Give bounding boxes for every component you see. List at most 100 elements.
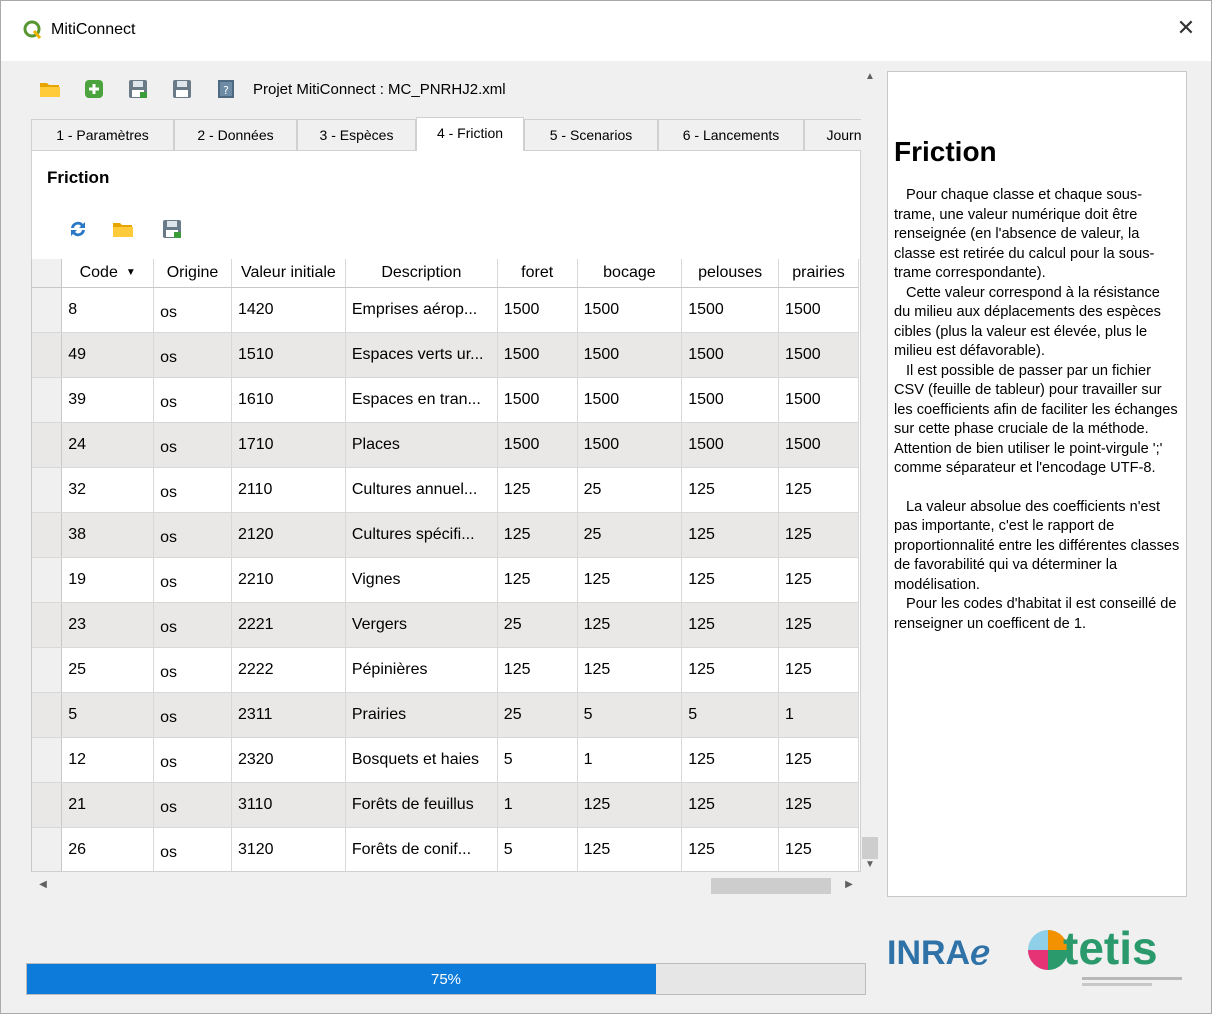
table-cell[interactable]: 125	[497, 647, 578, 693]
table-cell[interactable]: os	[153, 512, 232, 558]
table-cell[interactable]: Espaces verts ur...	[345, 332, 498, 378]
table-cell[interactable]: 1610	[231, 377, 346, 423]
table-cell[interactable]: 38	[61, 512, 155, 558]
table-cell[interactable]: 2311	[231, 692, 346, 738]
open-project-button[interactable]	[37, 77, 63, 101]
save-as-button[interactable]	[169, 77, 195, 101]
table-cell[interactable]: 125	[681, 647, 780, 693]
table-cell[interactable]: 125	[778, 827, 859, 871]
table-cell[interactable]: 49	[61, 332, 155, 378]
table-cell[interactable]: 125	[497, 557, 578, 603]
table-cell[interactable]: 5	[61, 692, 155, 738]
table-cell[interactable]: 25	[61, 647, 155, 693]
table-cell[interactable]: 26	[61, 827, 155, 871]
table-cell[interactable]: 125	[681, 512, 780, 558]
table-cell[interactable]: Vignes	[345, 557, 498, 603]
table-cell[interactable]: 1510	[231, 332, 346, 378]
table-cell[interactable]: 125	[778, 512, 859, 558]
table-cell[interactable]: os	[153, 602, 232, 648]
table-row[interactable]: 19 os 2210 Vignes 125 125 125 125	[32, 557, 859, 603]
table-cell[interactable]: os	[153, 377, 232, 423]
export-csv-button[interactable]	[160, 217, 184, 241]
table-row[interactable]: 38 os 2120 Cultures spécifi... 125 25 125 125	[32, 512, 859, 558]
row-header[interactable]	[32, 512, 63, 558]
table-cell[interactable]: os	[153, 422, 232, 468]
table-cell[interactable]: 25	[497, 692, 578, 738]
table-cell[interactable]: 21	[61, 782, 155, 828]
table-cell[interactable]: 5	[681, 692, 780, 738]
table-row[interactable]: 5 os 2311 Prairies 25 5 5 1	[32, 692, 859, 738]
table-cell[interactable]: 5	[497, 827, 578, 871]
table-cell[interactable]: 25	[577, 512, 683, 558]
table-row[interactable]: 12 os 2320 Bosquets et haies 5 1 125 125	[32, 737, 859, 783]
table-cell[interactable]: 2110	[231, 467, 346, 513]
table-cell[interactable]: 125	[778, 737, 859, 783]
table-cell[interactable]: 1	[778, 692, 859, 738]
table-cell[interactable]: 2120	[231, 512, 346, 558]
table-cell[interactable]: 125	[577, 647, 683, 693]
table-cell[interactable]: 1500	[681, 287, 780, 333]
row-header[interactable]	[32, 557, 63, 603]
table-cell[interactable]: 32	[61, 467, 155, 513]
table-cell[interactable]: Bosquets et haies	[345, 737, 498, 783]
scroll-left-icon[interactable]: ◀	[35, 879, 51, 890]
table-cell[interactable]: os	[153, 467, 232, 513]
column-header[interactable]: pelouses	[681, 259, 780, 288]
column-header[interactable]: foret	[497, 259, 578, 288]
table-cell[interactable]: 5	[497, 737, 578, 783]
help-button[interactable]: ?	[213, 77, 239, 101]
column-header[interactable]: prairies	[778, 259, 859, 288]
table-cell[interactable]: 1500	[778, 377, 859, 423]
row-header[interactable]	[32, 647, 63, 693]
column-header[interactable]: Valeur initiale	[231, 259, 346, 288]
table-row[interactable]: 8 os 1420 Emprises aérop... 1500 1500 1500 1500	[32, 287, 859, 333]
table-cell[interactable]: 125	[577, 602, 683, 648]
table-cell[interactable]: 1500	[681, 377, 780, 423]
table-cell[interactable]: 125	[681, 557, 780, 603]
row-header[interactable]	[32, 737, 63, 783]
table-cell[interactable]: os	[153, 827, 232, 871]
table-cell[interactable]: 24	[61, 422, 155, 468]
table-cell[interactable]: 125	[681, 782, 780, 828]
table-cell[interactable]: 12	[61, 737, 155, 783]
tab-especes[interactable]: 3 - Espèces	[297, 119, 416, 151]
row-header[interactable]	[32, 827, 63, 871]
table-cell[interactable]: 1500	[577, 332, 683, 378]
table-cell[interactable]: 125	[778, 467, 859, 513]
table-cell[interactable]: 1500	[577, 287, 683, 333]
table-cell[interactable]: Vergers	[345, 602, 498, 648]
table-cell[interactable]: 125	[681, 737, 780, 783]
close-button[interactable]: ✕	[1171, 13, 1201, 43]
table-cell[interactable]: 1500	[497, 287, 578, 333]
table-cell[interactable]: Prairies	[345, 692, 498, 738]
table-cell[interactable]: Places	[345, 422, 498, 468]
table-cell[interactable]: 8	[61, 287, 155, 333]
table-cell[interactable]: 19	[61, 557, 155, 603]
scroll-up-icon[interactable]: ▲	[862, 71, 878, 82]
tab-donnees[interactable]: 2 - Données	[174, 119, 297, 151]
table-cell[interactable]: 1500	[778, 287, 859, 333]
table-cell[interactable]: 125	[681, 602, 780, 648]
tab-scenarios[interactable]: 5 - Scenarios	[524, 119, 658, 151]
table-cell[interactable]: 3110	[231, 782, 346, 828]
table-cell[interactable]: 25	[577, 467, 683, 513]
table-row[interactable]: 24 os 1710 Places 1500 1500 1500 1500	[32, 422, 859, 468]
table-cell[interactable]: 125	[778, 557, 859, 603]
table-cell[interactable]: 1420	[231, 287, 346, 333]
table-cell[interactable]: 1500	[497, 332, 578, 378]
table-row[interactable]: 26 os 3120 Forêts de conif... 5 125 125 125	[32, 827, 859, 871]
refresh-button[interactable]	[66, 217, 90, 241]
column-header[interactable]: bocage	[577, 259, 683, 288]
table-row[interactable]: 23 os 2221 Vergers 25 125 125 125	[32, 602, 859, 648]
table-cell[interactable]: os	[153, 782, 232, 828]
new-project-button[interactable]	[81, 77, 107, 101]
table-cell[interactable]: 2320	[231, 737, 346, 783]
scroll-thumb[interactable]	[862, 837, 878, 859]
scroll-right-icon[interactable]: ▶	[841, 879, 857, 890]
row-header[interactable]	[32, 467, 63, 513]
table-cell[interactable]: 1710	[231, 422, 346, 468]
table-cell[interactable]: 1500	[778, 332, 859, 378]
row-header[interactable]	[32, 332, 63, 378]
horizontal-scrollbar[interactable]: ◀ ▶	[31, 877, 861, 895]
table-row[interactable]: 25 os 2222 Pépinières 125 125 125 125	[32, 647, 859, 693]
